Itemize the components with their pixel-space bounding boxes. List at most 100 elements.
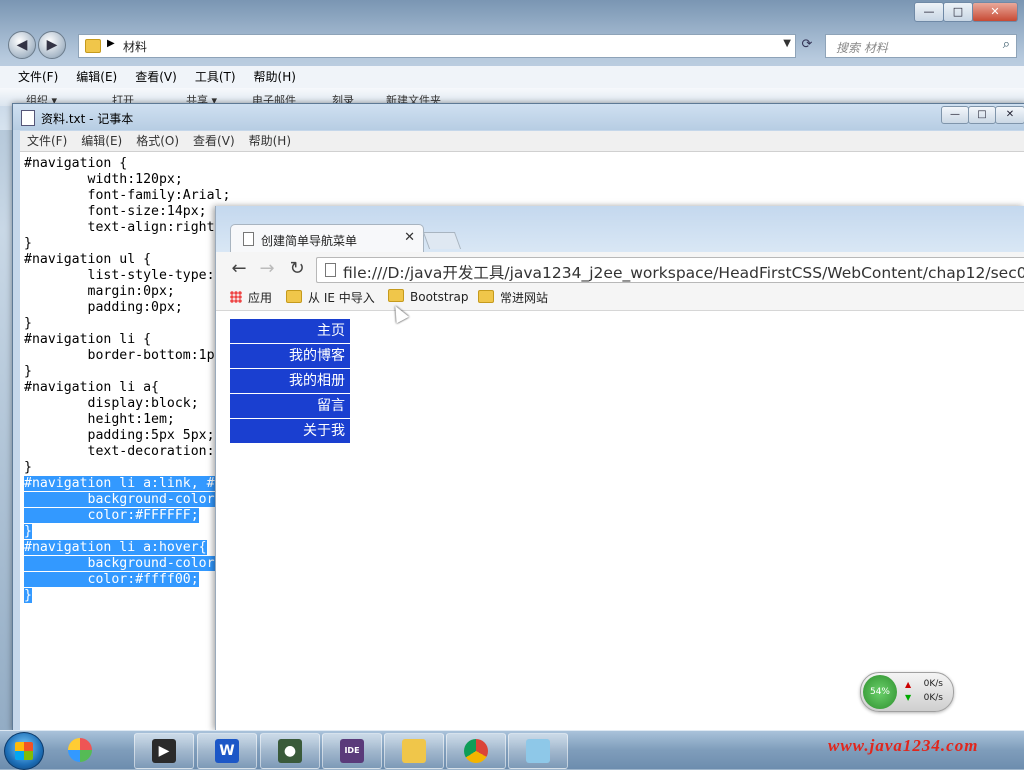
download-arrow-icon: ▼	[905, 693, 912, 702]
code-line: color:#ffff00;	[24, 572, 199, 587]
menu-file[interactable]: 文件(F)	[18, 70, 58, 84]
code-line: }	[24, 588, 32, 603]
search-placeholder: 搜索 材料	[836, 41, 888, 55]
browser-tab[interactable]: 创建简单导航菜单 ✕	[230, 224, 424, 253]
taskbar-ide-app[interactable]: IDE	[322, 733, 382, 769]
url-text: file:///D:/java开发工具/java1234_j2ee_worksp…	[343, 264, 1024, 282]
bookmark-label: 常进网站	[500, 291, 549, 305]
bookmark-label: 从 IE 中导入	[308, 291, 375, 305]
explorer-search-input[interactable]: 搜索 材料 ⌕	[825, 34, 1017, 58]
np-menu-help[interactable]: 帮助(H)	[249, 131, 291, 151]
video-icon: ▶	[152, 739, 176, 763]
reload-icon[interactable]: ↻	[286, 258, 308, 280]
chevron-down-icon[interactable]: ▼	[783, 38, 791, 49]
chrome-icon	[464, 739, 488, 763]
bookmark-ie-import[interactable]: 从 IE 中导入	[286, 289, 375, 306]
code-line: padding:5px 5px;	[24, 428, 215, 443]
taskbar-notepad-app[interactable]	[508, 733, 568, 769]
code-line: #navigation li a:hover{	[24, 540, 207, 555]
refresh-icon[interactable]: ⟳	[796, 35, 818, 55]
taskbar-wps-app[interactable]: W	[197, 733, 257, 769]
nav-menu-item: 我的博客	[230, 344, 350, 369]
new-tab-button[interactable]	[422, 232, 462, 249]
notepad-minimize-button[interactable]: —	[941, 106, 969, 124]
windows-logo-icon	[15, 742, 33, 760]
network-speed-widget[interactable]: 54% ▲ ▼ 0K/s 0K/s	[860, 672, 954, 712]
folder-icon	[286, 290, 302, 303]
code-line: }	[24, 460, 32, 475]
bookmark-frequent[interactable]: 常进网站	[478, 289, 548, 306]
page-icon	[325, 263, 336, 277]
code-line: font-size:14px;	[24, 204, 207, 219]
menu-edit[interactable]: 编辑(E)	[76, 70, 117, 84]
breadcrumb-arrow-icon: ▶	[107, 38, 115, 49]
explorer-icon	[68, 738, 92, 762]
navigation-menu: 主页 我的博客 我的相册 留言 关于我	[230, 319, 350, 444]
forward-arrow-icon[interactable]: →	[256, 258, 278, 280]
taskbar-folder-app[interactable]	[384, 733, 444, 769]
bookmark-bootstrap[interactable]: Bootstrap	[388, 289, 468, 304]
taskbar-chrome-app[interactable]	[446, 733, 506, 769]
nav-menu-item: 主页	[230, 319, 350, 344]
folder-icon	[85, 39, 101, 53]
nav-menu-link[interactable]: 主页	[230, 319, 350, 343]
code-line: font-family:Arial;	[24, 188, 231, 203]
page-content: 主页 我的博客 我的相册 留言 关于我	[216, 311, 1024, 730]
minimize-button[interactable]: —	[914, 2, 944, 22]
explorer-address-bar[interactable]: ▶ 材料 ▼	[78, 34, 796, 58]
notepad-maximize-button[interactable]: □	[968, 106, 996, 124]
upload-arrow-icon: ▲	[905, 680, 912, 689]
menu-help[interactable]: 帮助(H)	[254, 70, 296, 84]
code-line: #navigation ul {	[24, 252, 152, 267]
code-line: }	[24, 236, 32, 251]
bookmark-apps[interactable]: 应用	[230, 289, 272, 306]
back-arrow-icon[interactable]: ←	[228, 258, 250, 280]
bookmark-label: Bootstrap	[410, 290, 469, 304]
download-speed: 0K/s	[923, 693, 943, 703]
taskbar-explorer-app[interactable]	[54, 733, 112, 767]
watermark-brand: www.java1234.com	[828, 736, 979, 755]
back-button[interactable]: ◀	[8, 31, 36, 59]
close-button[interactable]: ✕	[972, 2, 1018, 22]
notepad-close-button[interactable]: ✕	[995, 106, 1024, 124]
code-line: }	[24, 316, 32, 331]
nav-menu-link[interactable]: 我的博客	[230, 344, 350, 368]
code-line: width:120px;	[24, 172, 183, 187]
search-icon[interactable]: ⌕	[1003, 37, 1010, 52]
np-menu-format[interactable]: 格式(O)	[136, 131, 179, 151]
taskbar-media-app[interactable]: ●	[260, 733, 320, 769]
code-line: color:#FFFFFF;	[24, 508, 199, 523]
np-menu-view[interactable]: 查看(V)	[193, 131, 235, 151]
code-line: }	[24, 364, 32, 379]
apps-grid-icon	[230, 291, 242, 303]
np-menu-file[interactable]: 文件(F)	[27, 131, 67, 151]
nav-menu-link[interactable]: 关于我	[230, 419, 350, 443]
menu-tools[interactable]: 工具(T)	[195, 70, 236, 84]
code-line: display:block;	[24, 396, 199, 411]
explorer-path: 材料	[123, 40, 148, 54]
nav-menu-link[interactable]: 留言	[230, 394, 350, 418]
folder-icon	[402, 739, 426, 763]
nav-menu-link[interactable]: 我的相册	[230, 369, 350, 393]
code-line: #navigation li {	[24, 332, 152, 347]
bookmark-apps-label: 应用	[248, 291, 273, 305]
page-icon	[243, 232, 254, 246]
forward-button[interactable]: ▶	[38, 31, 66, 59]
javaee-ide-icon: IDE	[340, 739, 364, 763]
code-line: }	[24, 524, 32, 539]
code-line: margin:0px;	[24, 284, 175, 299]
code-line: #navigation {	[24, 156, 128, 171]
close-tab-icon[interactable]: ✕	[404, 230, 415, 245]
address-bar[interactable]: file:///D:/java开发工具/java1234_j2ee_worksp…	[316, 257, 1024, 283]
notepad-title: 资料.txt - 记事本	[41, 112, 134, 126]
np-menu-edit[interactable]: 编辑(E)	[81, 131, 122, 151]
start-button[interactable]	[4, 732, 44, 770]
taskbar-video-app[interactable]: ▶	[134, 733, 194, 769]
code-line: text-align:right;	[24, 220, 223, 235]
maximize-button[interactable]: □	[943, 2, 973, 22]
usage-gauge: 54%	[863, 675, 897, 709]
notepad-titlebar: 资料.txt - 记事本 — □ ✕	[13, 104, 1024, 130]
notepad-icon	[526, 739, 550, 763]
menu-view[interactable]: 查看(V)	[135, 70, 177, 84]
browser-toolbar: ← → ↻ file:///D:/java开发工具/java1234_j2ee_…	[216, 252, 1024, 286]
